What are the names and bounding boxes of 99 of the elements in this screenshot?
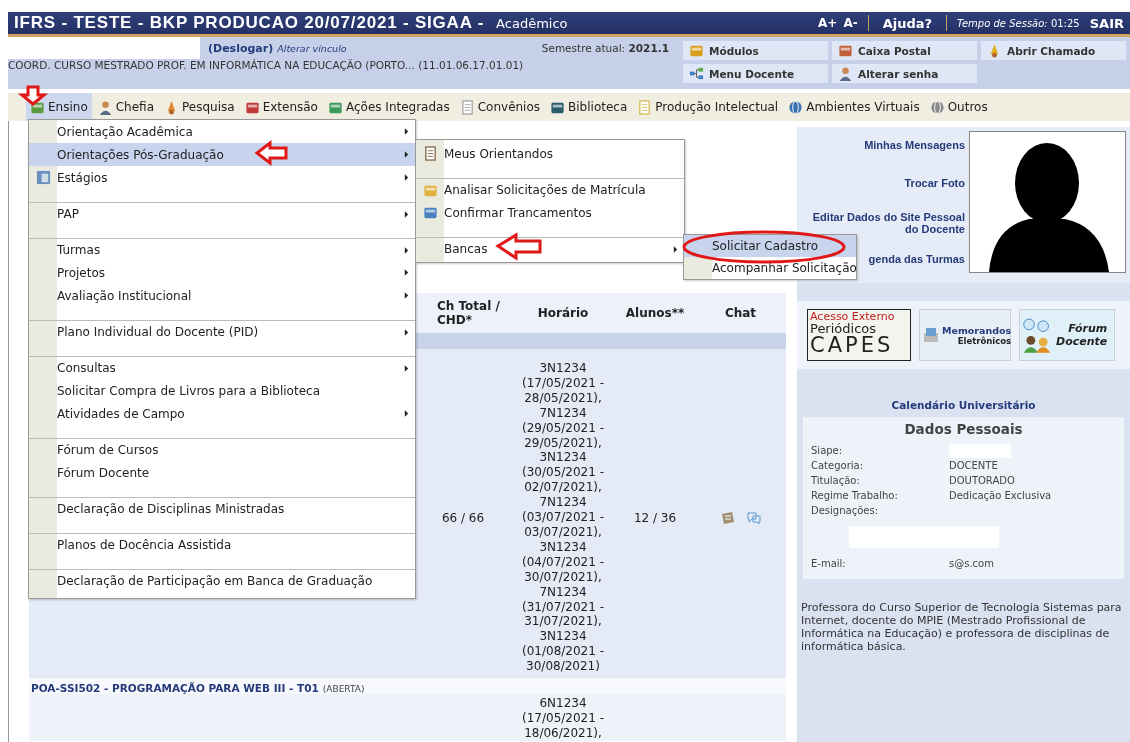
table-cell-text: 12 / 36 (632, 510, 678, 525)
submenu-arrow-icon (404, 210, 409, 218)
menu-item[interactable]: PAP (29, 202, 415, 225)
field-label: E-mail: (811, 558, 847, 569)
field-label: Designações: (811, 505, 879, 516)
column-header: Horário (536, 306, 590, 320)
session-timer: Tempo de Sessão: 01:25 (957, 17, 1080, 29)
annotation-arrow (17, 85, 49, 106)
profile-link[interactable]: Editar Dados do Site Pessoal do Docente (797, 211, 965, 235)
submenu-arrow-icon (404, 269, 409, 276)
capes-banner[interactable]: Acesso Externo Periódicos CAPES (807, 309, 911, 361)
submenu-arrow-icon (404, 246, 409, 254)
notes-icon[interactable] (719, 509, 736, 526)
column-header: Ch Total / CHD* (436, 299, 501, 327)
menu-item[interactable]: Acompanhar Solicitação (684, 257, 856, 279)
field-label: Titulação: (811, 475, 861, 486)
schedule-cell-text: 6N1234 (17/05/2021 - 18/06/2021), (521, 696, 605, 741)
menu-item[interactable]: Solicitar Compra de Livros para a Biblioteca (29, 379, 415, 402)
submenu-arrow-icon (404, 174, 409, 181)
deslogar-link[interactable]: (Deslogar) (208, 41, 274, 55)
menu-item[interactable]: Declaração de Disciplinas Ministradas (29, 497, 415, 520)
network-icon (689, 66, 704, 81)
globe-icon (788, 99, 804, 115)
field-value: DOCENTE (949, 460, 998, 471)
menu-item[interactable]: Estágios (29, 166, 415, 189)
menu-bar-item[interactable]: Biblioteca (546, 93, 632, 121)
alterar-vinculo-link[interactable]: Alterar vínculo (277, 42, 347, 54)
profile-link[interactable]: genda das Turmas (868, 253, 965, 265)
menu-item[interactable]: Planos de Docência Assistida (29, 533, 415, 556)
submenu-arrow-icon (404, 410, 409, 417)
menu-item[interactable]: Fórum Docente (29, 461, 415, 484)
profile-link[interactable]: Minhas Mensagens (864, 139, 965, 151)
menu-item[interactable]: Atividades de Campo (29, 402, 415, 425)
field-value: s@s.com (949, 558, 994, 569)
field-value: Dedicação Exclusiva (949, 490, 1052, 501)
shortcut-button[interactable]: Caixa Postal (832, 41, 977, 60)
module-name: Acadêmico (496, 15, 568, 31)
unit-label: COORD. CURSO MESTRADO PROF. EM INFORMÁTICA NA EDUCAÇÃO (PORTO... (11.01.06.17.01.01) (8, 59, 525, 71)
column-header: Alunos** (624, 306, 686, 320)
menu-item[interactable]: Fórum de Cursos (29, 438, 415, 461)
memos-banner[interactable]: Memorandos Eletrônicos (919, 309, 1011, 361)
shortcut-button[interactable]: Menu Docente (683, 64, 828, 83)
menu-bar-item[interactable]: Chefia (93, 93, 158, 121)
menu-item[interactable]: Meus Orientandos (416, 142, 684, 165)
menu-item[interactable]: Consultas (29, 356, 415, 379)
field-label: Regime Trabalho: (811, 490, 899, 501)
section-title: Dados Pessoais (903, 421, 1024, 437)
document-icon (422, 146, 438, 161)
annotation-arrow (495, 232, 542, 261)
menu-item[interactable]: Declaração de Participação em Banca de Graduação (29, 569, 415, 592)
submenu-arrow-icon (404, 292, 409, 299)
menu-item[interactable]: Projetos (29, 261, 415, 284)
menu-bar-item[interactable]: Produção Intelectual (633, 93, 783, 121)
table-cell-text: 66 / 66 (440, 510, 486, 525)
submenu-arrow-icon (404, 128, 409, 135)
chat-icon[interactable] (745, 509, 762, 526)
bio-text: Professora do Curso Superior de Tecnologia Sistemas para Internet, docente do MPIE (Mestrado Profissional de Informática na Educação) e professora de disciplinas de informática básica. (800, 600, 1123, 655)
profile-link[interactable]: Trocar Foto (904, 177, 965, 189)
field-value: DOUTORADO (949, 475, 1015, 486)
submenu-arrow-icon (404, 364, 409, 372)
font-size-button[interactable]: A+ (818, 16, 838, 30)
field-label: Categoria: (811, 460, 865, 471)
menu-bar-item[interactable]: Convênios (455, 93, 545, 121)
annotation-arrow (254, 139, 288, 167)
menu-item[interactable]: Solicitar Cadastro (684, 235, 856, 257)
menu-item[interactable]: Turmas (29, 238, 415, 261)
calendar-link[interactable]: Calendário Universitário (891, 399, 1036, 411)
class-status: (ABERTA) (322, 684, 365, 695)
badge-icon (35, 170, 51, 185)
shortcut-button[interactable]: Alterar senha (832, 64, 977, 83)
pages-icon (459, 99, 475, 115)
person-icon (838, 66, 853, 81)
submenu-arrow-icon (673, 245, 678, 253)
menu-item[interactable]: Plano Individual do Docente (PID) (29, 320, 415, 343)
menu-bar-item[interactable]: Ambientes Virtuais (784, 93, 924, 121)
help-link[interactable]: Ajuda? (882, 15, 933, 31)
menu-bar-item[interactable]: Outros (925, 93, 992, 121)
submenu-arrow-icon (404, 328, 409, 336)
app-title: IFRS - TESTE - BKP PRODUCAO 20/07/2021 - SIGAA - (14, 13, 485, 33)
menu-bar-item[interactable]: Pesquisa (160, 93, 239, 121)
menu-item[interactable]: Confirmar Trancamentos (416, 201, 684, 224)
field-label: Siape: (811, 445, 844, 456)
submenu-arrow-icon (404, 151, 409, 158)
person-icon (97, 99, 113, 115)
notepad-icon (637, 99, 653, 115)
shortcut-button[interactable]: Abrir Chamado (981, 41, 1126, 60)
class-link[interactable]: POA-SSI502 - PROGRAMAÇÃO PARA WEB III - T01 (31, 682, 319, 695)
forum-banner[interactable]: Fórum Docente (1019, 309, 1115, 361)
font-size-button[interactable]: A- (843, 16, 858, 30)
menu-bar-item[interactable]: Extensão (240, 93, 322, 121)
menu-item[interactable]: Analisar Solicitações de Matrícula (416, 178, 684, 201)
logout-button[interactable]: SAIR (1089, 15, 1124, 31)
shortcut-button[interactable]: Módulos (683, 41, 828, 60)
menu-item[interactable]: Orientações Pós-Graduação (29, 143, 415, 166)
menu-item[interactable]: Avaliação Institucional (29, 284, 415, 307)
column-header: Chat (723, 306, 758, 320)
semester-label: Semestre atual: 2021.1 (541, 42, 669, 54)
schedule-cell-text: 3N1234 (17/05/2021 - 28/05/2021), 7N1234 (29/05/2021 - 29/05/2021), 3N1234 (30/05/2021 - 02/07/2021), 7N1234 (03/07/2021 - 03/07/2021), 3N1234 (04/07/2021 - 30/07/2021), 7N1234 (31/07/2021 - 31/07/2021), 3N1234 (01/08/2021 - 30/08/2021) (521, 361, 605, 675)
menu-bar-item[interactable]: Ações Integradas (323, 93, 454, 121)
